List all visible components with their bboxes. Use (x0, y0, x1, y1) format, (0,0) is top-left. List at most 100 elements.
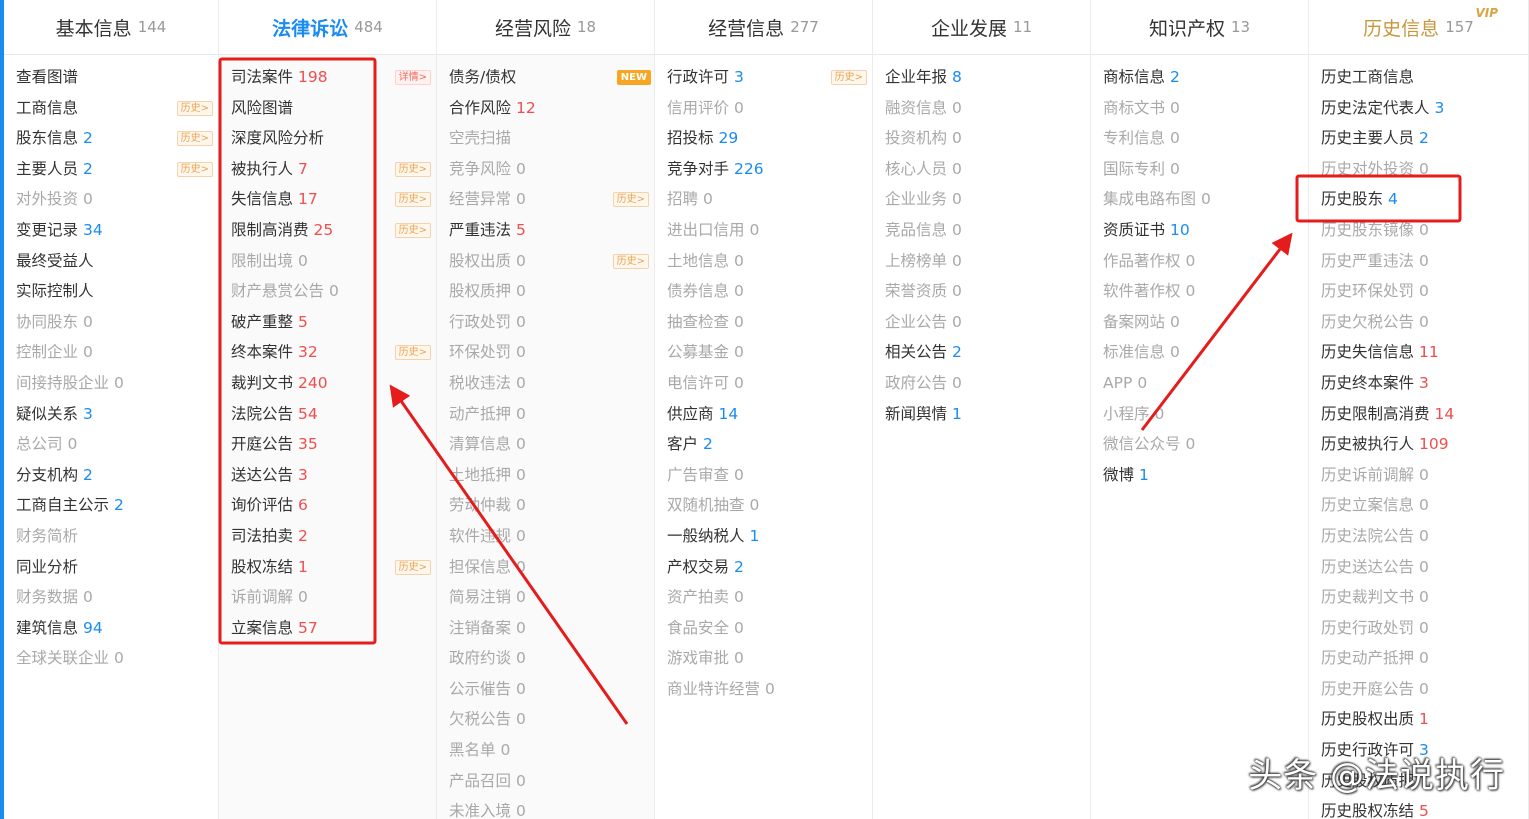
list-item[interactable]: 产权交易 2 (655, 552, 872, 583)
list-item[interactable]: 财产悬赏公告 0 (219, 276, 436, 307)
list-item[interactable]: 裁判文书 240 (219, 368, 436, 399)
list-item[interactable]: 行政处罚 0 (437, 307, 654, 338)
list-item[interactable]: 双随机抽查 0 (655, 490, 872, 521)
list-item[interactable]: 新闻舆情 1 (873, 399, 1090, 430)
list-item[interactable]: 历史开庭公告 0 (1309, 674, 1528, 705)
history-link[interactable]: 历史> (394, 192, 431, 208)
list-item[interactable]: 标准信息 0 (1091, 337, 1308, 368)
history-link[interactable]: 历史> (394, 161, 431, 177)
list-item[interactable]: 动产抵押 0 (437, 399, 654, 430)
list-item[interactable]: 招聘 0 (655, 184, 872, 215)
list-item[interactable]: 荣誉资质 0 (873, 276, 1090, 307)
list-item[interactable]: 电信许可 0 (655, 368, 872, 399)
list-item[interactable]: 一般纳税人 1 (655, 521, 872, 552)
list-item[interactable]: 司法案件 198 详情> (219, 62, 436, 93)
list-item[interactable]: 空壳扫描 (437, 123, 654, 154)
list-item[interactable]: 开庭公告 35 (219, 429, 436, 460)
tab-column-2[interactable]: 经营风险 18 (437, 0, 654, 55)
list-item[interactable]: 商标信息 2 (1091, 62, 1308, 93)
list-item[interactable]: 产品召回 0 (437, 766, 654, 797)
list-item[interactable]: 税收违法 0 (437, 368, 654, 399)
list-item[interactable]: 股东信息 2 历史> (4, 123, 218, 154)
list-item[interactable]: 劳动仲裁 0 (437, 490, 654, 521)
list-item[interactable]: 历史被执行人 109 (1309, 429, 1528, 460)
history-link[interactable]: 历史> (394, 222, 431, 238)
list-item[interactable]: 送达公告 3 (219, 460, 436, 491)
list-item[interactable]: 注销备案 0 (437, 613, 654, 644)
list-item[interactable]: 风险图谱 (219, 93, 436, 124)
list-item[interactable]: 企业公告 0 (873, 307, 1090, 338)
list-item[interactable]: 简易注销 0 (437, 582, 654, 613)
list-item[interactable]: 竞品信息 0 (873, 215, 1090, 246)
list-item[interactable]: 历史工商信息 (1309, 62, 1528, 93)
list-item[interactable]: 全球关联企业 0 (4, 643, 218, 674)
list-item[interactable]: 环保处罚 0 (437, 337, 654, 368)
list-item[interactable]: 进出口信用 0 (655, 215, 872, 246)
list-item[interactable]: 企业年报 8 (873, 62, 1090, 93)
list-item[interactable]: 实际控制人 (4, 276, 218, 307)
list-item[interactable]: 历史送达公告 0 (1309, 552, 1528, 583)
list-item[interactable]: 微信公众号 0 (1091, 429, 1308, 460)
list-item[interactable]: 财务数据 0 (4, 582, 218, 613)
history-link[interactable]: 历史> (830, 70, 867, 85)
list-item[interactable]: 广告审查 0 (655, 460, 872, 491)
list-item[interactable]: 破产重整 5 (219, 307, 436, 338)
list-item[interactable]: 深度风险分析 (219, 123, 436, 154)
list-item[interactable]: 担保信息 0 (437, 552, 654, 583)
list-item[interactable]: 集成电路布图 0 (1091, 184, 1308, 215)
list-item[interactable]: 商标文书 0 (1091, 93, 1308, 124)
list-item[interactable]: 历史失信信息 11 (1309, 337, 1528, 368)
list-item[interactable]: 历史诉前调解 0 (1309, 460, 1528, 491)
list-item[interactable]: 变更记录 34 (4, 215, 218, 246)
list-item[interactable]: 最终受益人 (4, 246, 218, 277)
list-item[interactable]: 法院公告 54 (219, 399, 436, 430)
list-item[interactable]: 历史终本案件 3 (1309, 368, 1528, 399)
list-item[interactable]: 清算信息 0 (437, 429, 654, 460)
list-item[interactable]: 立案信息 57 (219, 613, 436, 644)
list-item[interactable]: 总公司 0 (4, 429, 218, 460)
list-item[interactable]: 融资信息 0 (873, 93, 1090, 124)
list-item[interactable]: 公示催告 0 (437, 674, 654, 705)
tab-column-6[interactable]: 历史信息 157 VIP (1309, 0, 1528, 55)
list-item[interactable]: 软件著作权 0 (1091, 276, 1308, 307)
history-link[interactable]: 历史> (394, 345, 431, 361)
history-link[interactable]: 历史> (176, 161, 213, 177)
tab-column-0[interactable]: 基本信息 144 (4, 0, 218, 55)
list-item[interactable]: 失信信息 17 历史> (219, 184, 436, 215)
list-item[interactable]: 经营异常 0 历史> (437, 184, 654, 215)
list-item[interactable]: 政府约谈 0 (437, 643, 654, 674)
list-item[interactable]: 控制企业 0 (4, 337, 218, 368)
list-item[interactable]: 历史对外投资 0 (1309, 154, 1528, 185)
list-item[interactable]: 建筑信息 94 (4, 613, 218, 644)
list-item[interactable]: 上榜榜单 0 (873, 246, 1090, 277)
list-item[interactable]: 未准入境 0 (437, 796, 654, 819)
list-item[interactable]: 财务简析 (4, 521, 218, 552)
list-item[interactable]: 核心人员 0 (873, 154, 1090, 185)
list-item[interactable]: 疑似关系 3 (4, 399, 218, 430)
history-link[interactable]: 历史> (612, 192, 649, 208)
list-item[interactable]: 历史股权出质 1 (1309, 704, 1528, 735)
list-item[interactable]: 客户 2 (655, 429, 872, 460)
list-item[interactable]: 投资机构 0 (873, 123, 1090, 154)
list-item[interactable]: 历史欠税公告 0 (1309, 307, 1528, 338)
list-item[interactable]: 竞争风险 0 (437, 154, 654, 185)
list-item[interactable]: 商业特许经营 0 (655, 674, 872, 705)
list-item[interactable]: 终本案件 32 历史> (219, 337, 436, 368)
list-item[interactable]: 食品安全 0 (655, 613, 872, 644)
list-item[interactable]: 分支机构 2 (4, 460, 218, 491)
history-link[interactable]: 历史> (176, 131, 213, 147)
detail-link[interactable]: 详情> (394, 70, 431, 85)
list-item[interactable]: 小程序 0 (1091, 399, 1308, 430)
list-item[interactable]: 政府公告 0 (873, 368, 1090, 399)
list-item[interactable]: 历史股权冻结 5 (1309, 796, 1528, 819)
list-item[interactable]: 诉前调解 0 (219, 582, 436, 613)
list-item[interactable]: 限制高消费 25 历史> (219, 215, 436, 246)
list-item[interactable]: 工商自主公示 2 (4, 490, 218, 521)
list-item[interactable]: 历史股东 4 (1309, 184, 1528, 215)
list-item[interactable]: 查看图谱 (4, 62, 218, 93)
list-item[interactable]: 历史动产抵押 0 (1309, 643, 1528, 674)
list-item[interactable]: 间接持股企业 0 (4, 368, 218, 399)
list-item[interactable]: 抽查检查 0 (655, 307, 872, 338)
tab-column-4[interactable]: 企业发展 11 (873, 0, 1090, 55)
history-link[interactable]: 历史> (176, 100, 213, 116)
